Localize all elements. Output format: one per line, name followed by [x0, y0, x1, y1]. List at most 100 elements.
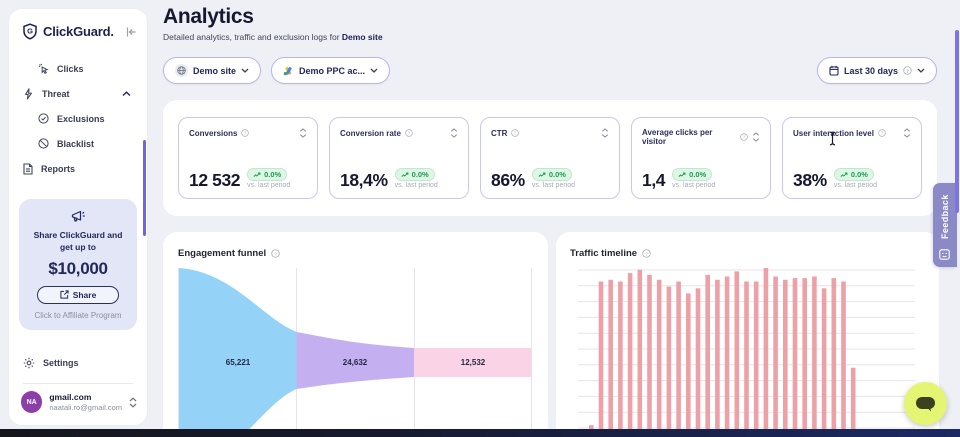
sidebar-scrollbar[interactable]	[143, 140, 146, 236]
chat-launcher-button[interactable]	[904, 382, 947, 425]
trend-badge: 0.0%	[247, 168, 287, 181]
metric-label: Conversion rate	[340, 129, 401, 138]
svg-text:G: G	[27, 26, 33, 35]
timeline-bar	[715, 280, 720, 437]
metric-card: Conversions ? 12 532 0.0%	[178, 117, 318, 199]
calendar-icon	[829, 65, 839, 76]
file-icon	[23, 163, 33, 175]
bottom-strip	[0, 429, 960, 437]
metrics-panel: Conversions ? 12 532 0.0%	[163, 100, 937, 216]
site-filter-dropdown[interactable]: Demo site	[163, 57, 261, 84]
svg-text:?: ?	[514, 131, 517, 136]
funnel-stage-visitors	[179, 268, 297, 437]
info-icon[interactable]: ?	[405, 129, 413, 137]
sort-icon[interactable]	[299, 128, 307, 138]
info-icon[interactable]: ?	[271, 249, 280, 258]
sidebar-item-blacklist[interactable]: Blacklist	[9, 131, 147, 156]
svg-text:?: ?	[906, 68, 909, 74]
funnel-stage-label: 65,221	[226, 358, 251, 367]
timeline-bar	[841, 282, 846, 437]
chevron-updown-icon	[129, 397, 137, 408]
funnel-chart: 65,221 24,632 12,532	[178, 268, 532, 437]
ppc-account-value: Demo PPC ac...	[299, 66, 365, 76]
metric-card: Conversion rate ? 18,4% 0.0%	[329, 117, 469, 199]
metric-label: CTR	[491, 129, 507, 138]
funnel-stage-label: 12,532	[461, 358, 486, 367]
timeline-chart	[578, 268, 915, 437]
metric-value: 38%	[793, 172, 827, 190]
share-button-label: Share	[73, 290, 97, 300]
subtitle-prefix: Detailed analytics, traffic and exclusio…	[163, 32, 342, 42]
site-filter-value: Demo site	[193, 66, 236, 76]
info-icon[interactable]: ?	[642, 249, 651, 258]
metric-label: Conversions	[189, 129, 237, 138]
sidebar-item-clicks[interactable]: Clicks	[9, 56, 147, 81]
vs-last-period: vs. last period	[395, 182, 438, 189]
share-button[interactable]: Share	[37, 286, 119, 304]
sidebar-item-reports[interactable]: Reports	[9, 156, 147, 181]
trend-badge: 0.0%	[672, 168, 712, 181]
shield-logo-icon: G	[22, 23, 38, 40]
collapse-sidebar-button[interactable]	[125, 26, 137, 38]
check-circle-icon	[38, 113, 49, 124]
info-icon[interactable]: ?	[878, 129, 886, 137]
account-email: naatali.ro@gmail.com	[49, 403, 122, 412]
date-range-dropdown[interactable]: Last 30 days ?	[817, 57, 937, 84]
feedback-tab[interactable]: Feedback	[933, 183, 957, 267]
svg-text:?: ?	[244, 131, 247, 136]
timeline-bar	[618, 282, 623, 437]
chevron-down-icon	[241, 68, 249, 73]
google-ads-icon	[283, 66, 294, 76]
promo-amount: $10,000	[27, 259, 129, 279]
page-scrollbar[interactable]	[955, 30, 959, 213]
timeline-bar	[628, 273, 633, 437]
engagement-funnel-card: Engagement funnel ? 65,221 24,632 12,532	[163, 232, 548, 437]
timeline-bar	[802, 278, 807, 437]
svg-text:?: ?	[274, 251, 277, 257]
trend-up-icon	[253, 172, 261, 178]
trend-badge: 0.0%	[532, 168, 572, 181]
metric-card: Average clicks per visitor ? 1,4 0.0%	[631, 117, 771, 199]
gear-icon	[23, 357, 35, 369]
affiliate-link[interactable]: Click to Affiliate Program	[27, 311, 129, 320]
info-icon[interactable]: ?	[241, 129, 249, 137]
sort-icon[interactable]	[450, 128, 458, 138]
sort-icon[interactable]	[752, 132, 760, 142]
trend-change: 0.0%	[689, 170, 706, 179]
sort-icon[interactable]	[601, 128, 609, 138]
sidebar-item-threat[interactable]: Threat	[9, 81, 147, 106]
trend-change: 0.0%	[264, 170, 281, 179]
timeline-bar	[696, 288, 701, 437]
sidebar-item-exclusions[interactable]: Exclusions	[9, 106, 147, 131]
timeline-bar	[667, 287, 672, 437]
chevron-up-icon[interactable]	[122, 91, 131, 97]
sidebar: G ClickGuard. Clicks	[8, 8, 148, 426]
vs-last-period: vs. last period	[834, 182, 877, 189]
cursor-click-icon	[38, 63, 49, 74]
feedback-label: Feedback	[933, 189, 957, 245]
ppc-account-dropdown[interactable]: Demo PPC ac...	[271, 57, 390, 84]
account-name: gmail.com	[49, 392, 122, 402]
trend-up-icon	[401, 172, 409, 178]
sort-icon[interactable]	[903, 128, 911, 138]
info-icon[interactable]: ?	[511, 129, 519, 137]
sidebar-item-settings[interactable]: Settings	[9, 351, 147, 375]
timeline-bar	[744, 282, 749, 437]
metric-card: User interaction level ? 38% 0.0%	[782, 117, 922, 199]
timeline-bar	[657, 280, 662, 437]
trend-badge: 0.0%	[395, 168, 435, 181]
date-range-value: Last 30 days	[844, 66, 898, 76]
settings-label: Settings	[43, 358, 79, 368]
feedback-icon	[939, 249, 950, 260]
timeline-bar	[773, 277, 778, 437]
divider	[23, 383, 133, 384]
chat-bubble-icon	[915, 396, 936, 412]
traffic-timeline-card: Traffic timeline ?	[556, 232, 939, 437]
timeline-bar	[647, 275, 652, 437]
account-switcher[interactable]: NA gmail.com naatali.ro@gmail.com	[9, 391, 147, 425]
page-title: Analytics	[163, 5, 254, 29]
timeline-bar	[822, 288, 827, 437]
timeline-bar	[638, 270, 643, 437]
external-link-icon	[60, 290, 69, 299]
info-icon[interactable]: ?	[740, 133, 748, 141]
